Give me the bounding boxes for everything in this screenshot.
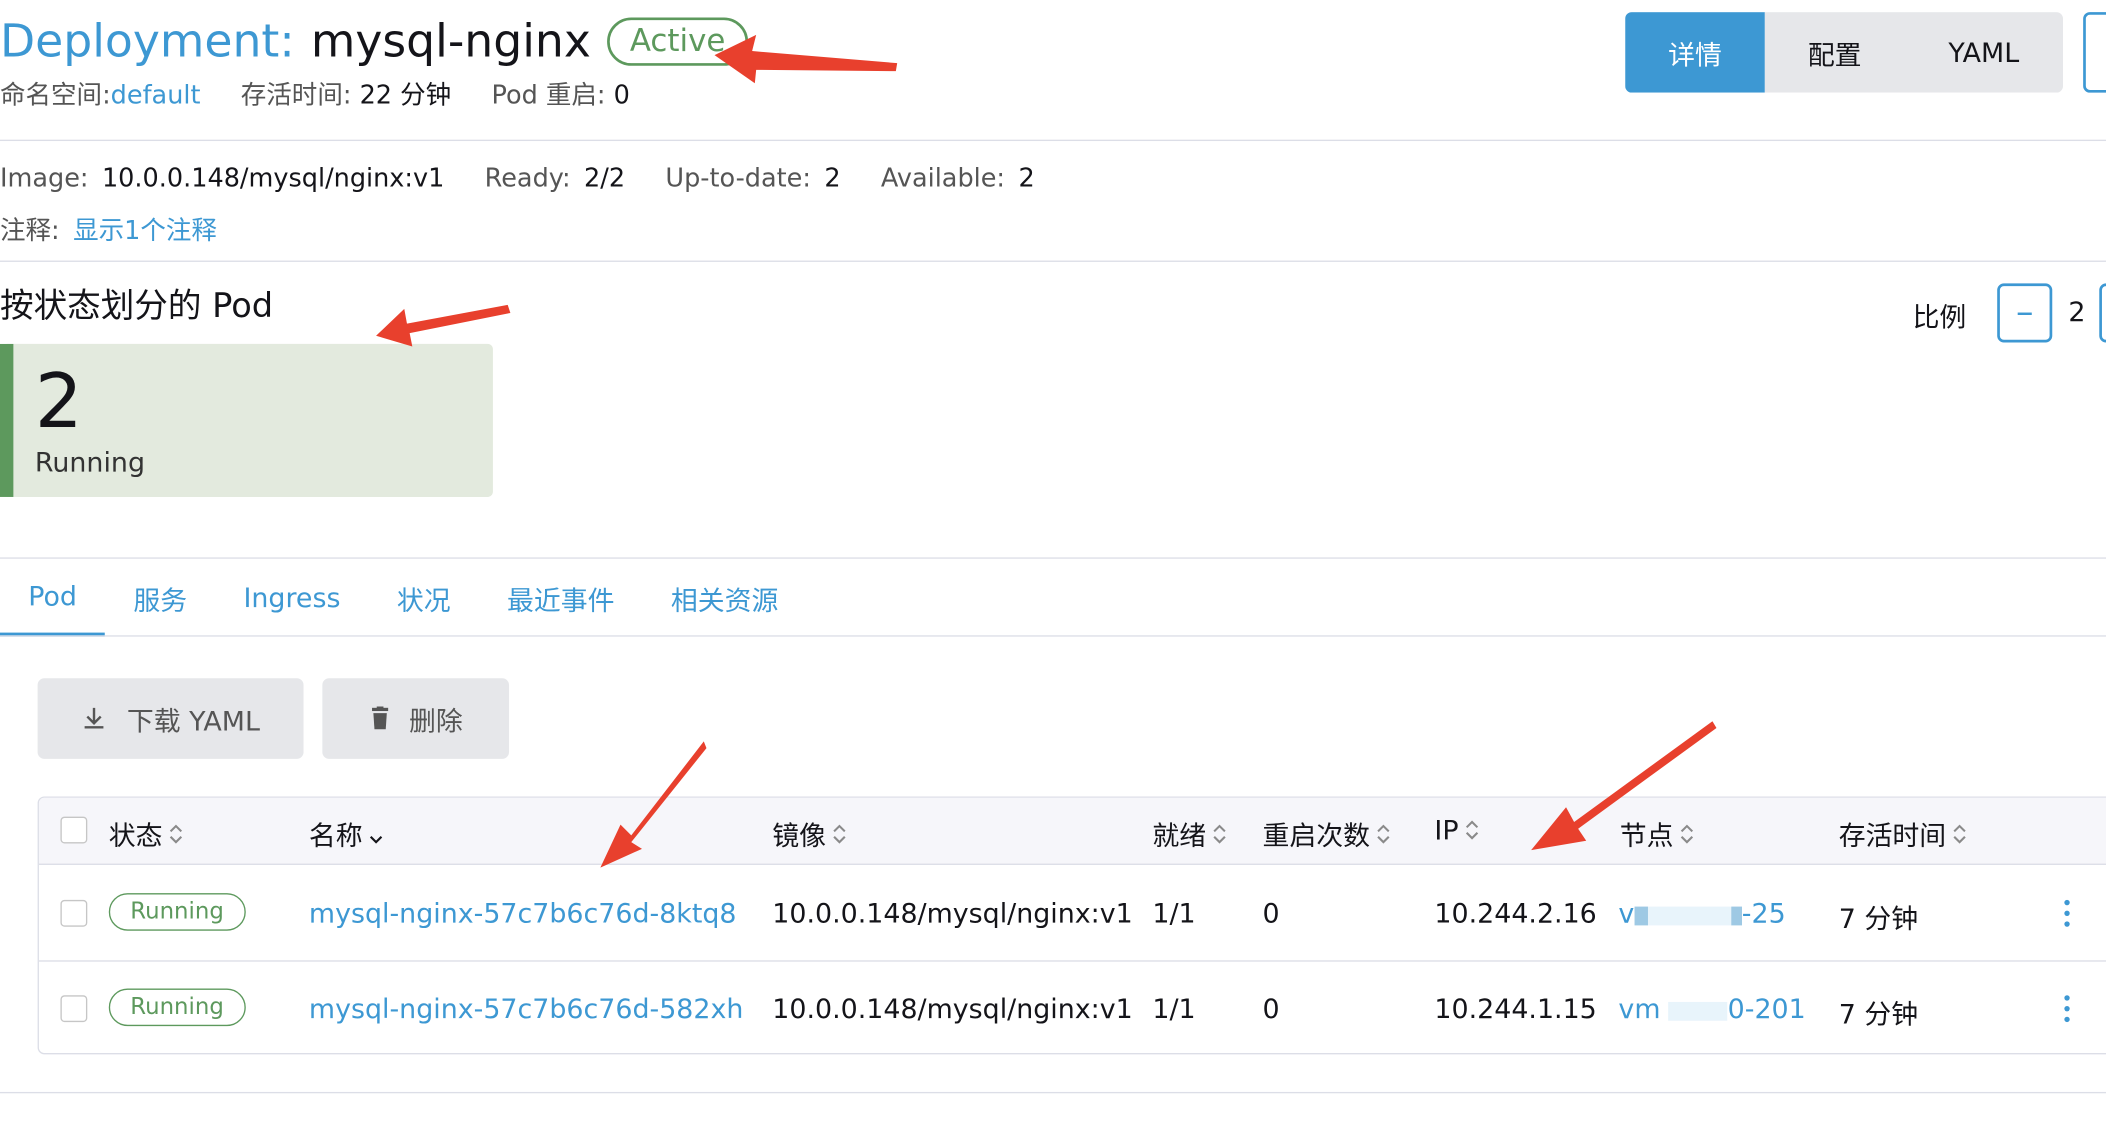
- scale-decrease-button[interactable]: –: [1997, 283, 2053, 343]
- scale-value: 2: [2068, 295, 2086, 328]
- divider: [0, 635, 2106, 637]
- status-badge: Running: [108, 988, 246, 1027]
- kebab-icon[interactable]: [2064, 995, 2070, 1027]
- view-yaml-button[interactable]: YAML: [1904, 12, 2064, 93]
- resource-name: mysql-nginx: [310, 14, 591, 69]
- kebab-icon[interactable]: [2064, 899, 2070, 932]
- tab-conditions[interactable]: 状况: [369, 559, 479, 637]
- node-link[interactable]: vm 0-201: [1618, 993, 1805, 1025]
- page-title: Deployment: mysql-nginx Active: [0, 11, 749, 73]
- age-meta: 存活时间: 22 分钟: [240, 80, 452, 111]
- redacted-text: [1647, 905, 1732, 925]
- table-row: Running mysql-nginx-57c7b6c76d-8ktq8 10.…: [39, 866, 2106, 960]
- available-info: Available: 2: [880, 163, 1035, 194]
- sort-icon: [368, 820, 384, 847]
- view-config-button[interactable]: 配置: [1764, 12, 1905, 93]
- delete-button[interactable]: 删除: [322, 678, 510, 759]
- pod-ip: 10.244.2.16: [1434, 897, 1597, 930]
- restarts-meta: Pod 重启: 0: [491, 80, 630, 111]
- sort-icon: [1464, 817, 1480, 844]
- scale-increase-button[interactable]: [2099, 283, 2106, 343]
- pod-ip: 10.244.1.15: [1434, 992, 1597, 1025]
- scale-label: 比例: [1912, 300, 1967, 334]
- select-all-checkbox[interactable]: [60, 816, 88, 844]
- deployment-status-row: Image: 10.0.0.148/mysql/nginx:v1 Ready: 2/…: [0, 164, 1035, 194]
- namespace-link[interactable]: default: [111, 81, 201, 111]
- tab-recent-events[interactable]: 最近事件: [479, 559, 643, 637]
- sort-icon: [1375, 820, 1391, 847]
- sort-icon: [1679, 820, 1695, 847]
- state-badge: Active: [606, 17, 749, 66]
- column-restarts[interactable]: 重启次数: [1263, 814, 1392, 853]
- column-node[interactable]: 节点: [1620, 814, 1695, 853]
- resource-type: Deployment:: [0, 14, 295, 69]
- pod-ready: 1/1: [1152, 992, 1196, 1025]
- row-checkbox[interactable]: [60, 995, 88, 1023]
- tab-services[interactable]: 服务: [105, 559, 215, 637]
- running-count-card: 2 Running: [0, 343, 493, 497]
- status-badge: Running: [108, 893, 246, 931]
- column-ip[interactable]: IP: [1434, 814, 1480, 846]
- pod-age: 7 分钟: [1838, 997, 1919, 1031]
- sort-icon: [168, 820, 184, 847]
- redacted-text: [1668, 1001, 1728, 1021]
- column-image[interactable]: 镜像: [772, 814, 847, 853]
- uptodate-info: Up-to-date: 2: [665, 163, 841, 194]
- trash-icon: [371, 706, 388, 730]
- pod-name-link[interactable]: mysql-nginx-57c7b6c76d-582xh: [309, 993, 743, 1025]
- divider: [0, 1091, 2106, 1094]
- column-ready[interactable]: 就绪: [1152, 814, 1227, 853]
- pods-by-state-title: 按状态划分的 Pod: [0, 286, 274, 326]
- view-detail-button[interactable]: 详情: [1625, 12, 1765, 93]
- deployment-detail-page: Deployment: mysql-nginx Active 命名空间:defa…: [0, 0, 2106, 1148]
- download-yaml-label: 下载 YAML: [126, 704, 260, 737]
- sort-icon: [1211, 820, 1227, 847]
- tab-related-resources[interactable]: 相关资源: [643, 559, 807, 637]
- namespace-meta: 命名空间:default: [0, 80, 201, 111]
- pod-image: 10.0.0.148/mysql/nginx:v1: [772, 992, 1133, 1025]
- pod-table: 状态 名称 镜像 就绪 重启次数 IP 节点 存活时间 Running mysq…: [37, 796, 2106, 1055]
- column-age[interactable]: 存活时间: [1839, 814, 1968, 853]
- pod-age: 7 分钟: [1838, 902, 1919, 935]
- detail-tabs: Pod 服务 Ingress 状况 最近事件 相关资源: [0, 559, 2106, 637]
- running-count: 2: [34, 358, 83, 446]
- running-label: Running: [34, 445, 145, 479]
- table-header: 状态 名称 镜像 就绪 重启次数 IP 节点 存活时间: [38, 797, 2106, 865]
- sort-icon: [1952, 820, 1968, 847]
- divider: [0, 139, 2106, 142]
- pod-image: 10.0.0.148/mysql/nginx:v1: [772, 897, 1133, 930]
- arrow-annotation: [376, 304, 511, 347]
- image-info: Image: 10.0.0.148/mysql/nginx:v1: [0, 163, 445, 194]
- column-name[interactable]: 名称: [309, 814, 384, 853]
- annotation-info: 注释: 显示1个注释: [0, 216, 217, 246]
- tab-ingress[interactable]: Ingress: [215, 559, 368, 637]
- row-checkbox[interactable]: [60, 899, 88, 927]
- sort-icon: [831, 820, 847, 847]
- pod-name-link[interactable]: mysql-nginx-57c7b6c76d-8ktq8: [309, 897, 737, 929]
- pod-ready: 1/1: [1152, 897, 1196, 930]
- view-switch: 详情 配置 YAML: [1625, 12, 2064, 93]
- divider: [0, 260, 2106, 262]
- annotation-row: 注释: 显示1个注释: [0, 211, 217, 247]
- ready-info: Ready: 2/2: [484, 163, 626, 194]
- resource-meta: 命名空间:default 存活时间: 22 分钟 Pod 重启: 0: [0, 75, 630, 111]
- show-annotations-link[interactable]: 显示1个注释: [73, 216, 217, 246]
- delete-label: 删除: [408, 704, 463, 737]
- tab-pod[interactable]: Pod: [0, 559, 106, 637]
- table-row: Running mysql-nginx-57c7b6c76d-582xh 10.…: [38, 960, 2106, 1053]
- node-link[interactable]: v -25: [1618, 897, 1785, 929]
- column-status[interactable]: 状态: [109, 814, 184, 853]
- more-actions-button[interactable]: [2083, 12, 2106, 93]
- pod-restarts: 0: [1262, 992, 1280, 1025]
- download-icon: [85, 707, 105, 729]
- download-yaml-button[interactable]: 下载 YAML: [37, 678, 304, 759]
- pod-restarts: 0: [1262, 897, 1280, 930]
